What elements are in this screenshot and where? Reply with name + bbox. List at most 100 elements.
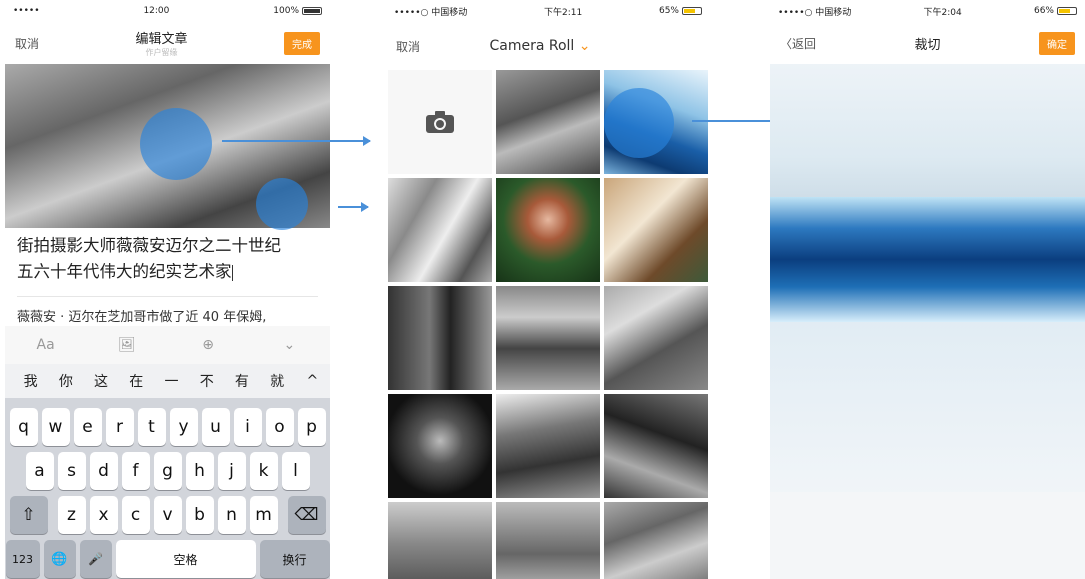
title-line-1: 街拍摄影大师薇薇安迈尔之二十世纪 xyxy=(17,236,281,255)
numbers-key[interactable]: 123 xyxy=(5,540,40,578)
globe-icon[interactable]: 🌐 xyxy=(43,540,76,578)
candidate-bar: 我 你 这 在 一 不 有 就 ^ xyxy=(5,364,330,398)
photo-thumbnail[interactable] xyxy=(496,502,600,579)
carrier: ••••• xyxy=(13,6,40,16)
key-a[interactable]: a xyxy=(25,452,54,490)
key-c[interactable]: c xyxy=(121,496,150,534)
candidate[interactable]: 不 xyxy=(189,371,224,391)
title-line-2-wrap: 五六十年代伟大的纪实艺术家 xyxy=(17,259,322,285)
microphone-icon[interactable]: 🎤 xyxy=(79,540,112,578)
key-r[interactable]: r xyxy=(105,408,134,446)
clock: 下午2:04 xyxy=(923,7,962,18)
key-s[interactable]: s xyxy=(57,452,86,490)
camera-button[interactable] xyxy=(388,70,492,174)
key-l[interactable]: l xyxy=(281,452,310,490)
status-bar: •••••○ 中国移动 下午2:04 66% xyxy=(770,0,1085,22)
key-u[interactable]: u xyxy=(201,408,230,446)
crop-mask-bottom xyxy=(770,322,1085,492)
crop-area-image[interactable] xyxy=(770,197,1085,322)
candidate[interactable]: 一 xyxy=(154,371,189,391)
photo-thumbnail[interactable] xyxy=(496,178,600,282)
photo-thumbnail[interactable] xyxy=(388,178,492,282)
status-bar: •••••○ 中国移动 下午2:11 65% xyxy=(386,0,710,22)
photo-thumbnail[interactable] xyxy=(604,286,708,390)
flow-arrow-small xyxy=(338,202,369,212)
photo-thumbnail[interactable] xyxy=(496,286,600,390)
key-x[interactable]: x xyxy=(89,496,118,534)
cancel-button[interactable]: 取消 xyxy=(15,35,39,52)
key-p[interactable]: p xyxy=(297,408,326,446)
key-z[interactable]: z xyxy=(57,496,86,534)
key-v[interactable]: v xyxy=(153,496,182,534)
key-w[interactable]: w xyxy=(41,408,70,446)
battery-icon xyxy=(302,6,322,15)
album-selector[interactable]: Camera Roll ⌄ xyxy=(489,38,590,54)
nav-bar: 取消 Camera Roll ⌄ xyxy=(386,22,710,70)
key-o[interactable]: o xyxy=(265,408,294,446)
nav-title-group: 编辑文章 作户留缘 xyxy=(136,28,188,58)
candidate[interactable]: 我 xyxy=(13,371,48,391)
expand-candidates-icon[interactable]: ^ xyxy=(295,373,330,389)
key-t[interactable]: t xyxy=(137,408,166,446)
camera-roll-screen: •••••○ 中国移动 下午2:11 65% 取消 Camera Roll ⌄ xyxy=(386,0,710,579)
photo-thumbnail[interactable] xyxy=(388,286,492,390)
photo-thumbnail[interactable] xyxy=(496,70,600,174)
shift-key[interactable]: ⇧ xyxy=(9,496,48,534)
candidate[interactable]: 这 xyxy=(83,371,118,391)
page-subtitle: 作户留缘 xyxy=(145,48,178,57)
candidate[interactable]: 在 xyxy=(119,371,154,391)
key-f[interactable]: f xyxy=(121,452,150,490)
divider xyxy=(17,296,318,297)
photo-thumbnail[interactable] xyxy=(604,178,708,282)
battery-text: 66% xyxy=(1034,6,1077,16)
text-cursor xyxy=(231,264,233,281)
key-q[interactable]: q xyxy=(9,408,38,446)
key-h[interactable]: h xyxy=(185,452,214,490)
tap-indicator xyxy=(140,108,212,180)
clock: 下午2:11 xyxy=(544,7,583,18)
image-insert-icon[interactable]: 🖼 xyxy=(107,337,147,353)
keyboard: q w e r t y u i o p a s d f g h j k l ⇧ … xyxy=(5,398,330,579)
format-toolbar: Aa 🖼 ⊕ ⌄ xyxy=(5,326,330,364)
key-m[interactable]: m xyxy=(249,496,278,534)
photo-thumbnail[interactable] xyxy=(388,394,492,498)
battery-text: 65% xyxy=(659,6,702,16)
font-style-icon[interactable]: Aa xyxy=(26,337,66,353)
key-row-2: a s d f g h j k l xyxy=(5,452,330,490)
key-row-1: q w e r t y u i o p xyxy=(5,408,330,446)
add-icon[interactable]: ⊕ xyxy=(188,337,228,353)
carrier: •••••○ 中国移动 xyxy=(778,7,852,18)
key-b[interactable]: b xyxy=(185,496,214,534)
space-key[interactable]: 空格 xyxy=(115,540,256,578)
delete-key[interactable]: ⌫ xyxy=(287,496,326,534)
key-y[interactable]: y xyxy=(169,408,198,446)
chevron-down-icon: ⌄ xyxy=(578,38,591,54)
article-title[interactable]: 街拍摄影大师薇薇安迈尔之二十世纪 五六十年代伟大的纪实艺术家 xyxy=(17,233,322,285)
nav-bar: 〈返回 裁切 确定 xyxy=(770,22,1085,64)
key-j[interactable]: j xyxy=(217,452,246,490)
key-e[interactable]: e xyxy=(73,408,102,446)
candidate[interactable]: 有 xyxy=(224,371,259,391)
photo-thumbnail[interactable] xyxy=(604,394,708,498)
collapse-keyboard-icon[interactable]: ⌄ xyxy=(269,337,309,353)
key-k[interactable]: k xyxy=(249,452,278,490)
photo-thumbnail[interactable] xyxy=(496,394,600,498)
candidate[interactable]: 你 xyxy=(48,371,83,391)
article-body[interactable]: 薇薇安 · 迈尔在芝加哥市做了近 40 年保姆, xyxy=(17,306,266,325)
key-i[interactable]: i xyxy=(233,408,262,446)
confirm-button[interactable]: 确定 xyxy=(1039,31,1075,55)
cancel-button[interactable]: 取消 xyxy=(396,38,420,55)
back-button[interactable]: 〈返回 xyxy=(780,35,816,52)
status-bar: ••••• 12:00 100% xyxy=(5,0,330,22)
key-d[interactable]: d xyxy=(89,452,118,490)
page-title: 编辑文章 xyxy=(135,32,188,47)
nav-bar: 取消 编辑文章 作户留缘 完成 xyxy=(5,22,330,64)
done-button[interactable]: 完成 xyxy=(284,31,320,55)
photo-thumbnail[interactable] xyxy=(604,502,708,579)
photo-thumbnail[interactable] xyxy=(388,502,492,579)
candidate[interactable]: 就 xyxy=(260,371,295,391)
key-n[interactable]: n xyxy=(217,496,246,534)
key-g[interactable]: g xyxy=(153,452,182,490)
return-key[interactable]: 换行 xyxy=(259,540,330,578)
key-row-4: 123 🌐 🎤 空格 换行 xyxy=(5,540,330,578)
